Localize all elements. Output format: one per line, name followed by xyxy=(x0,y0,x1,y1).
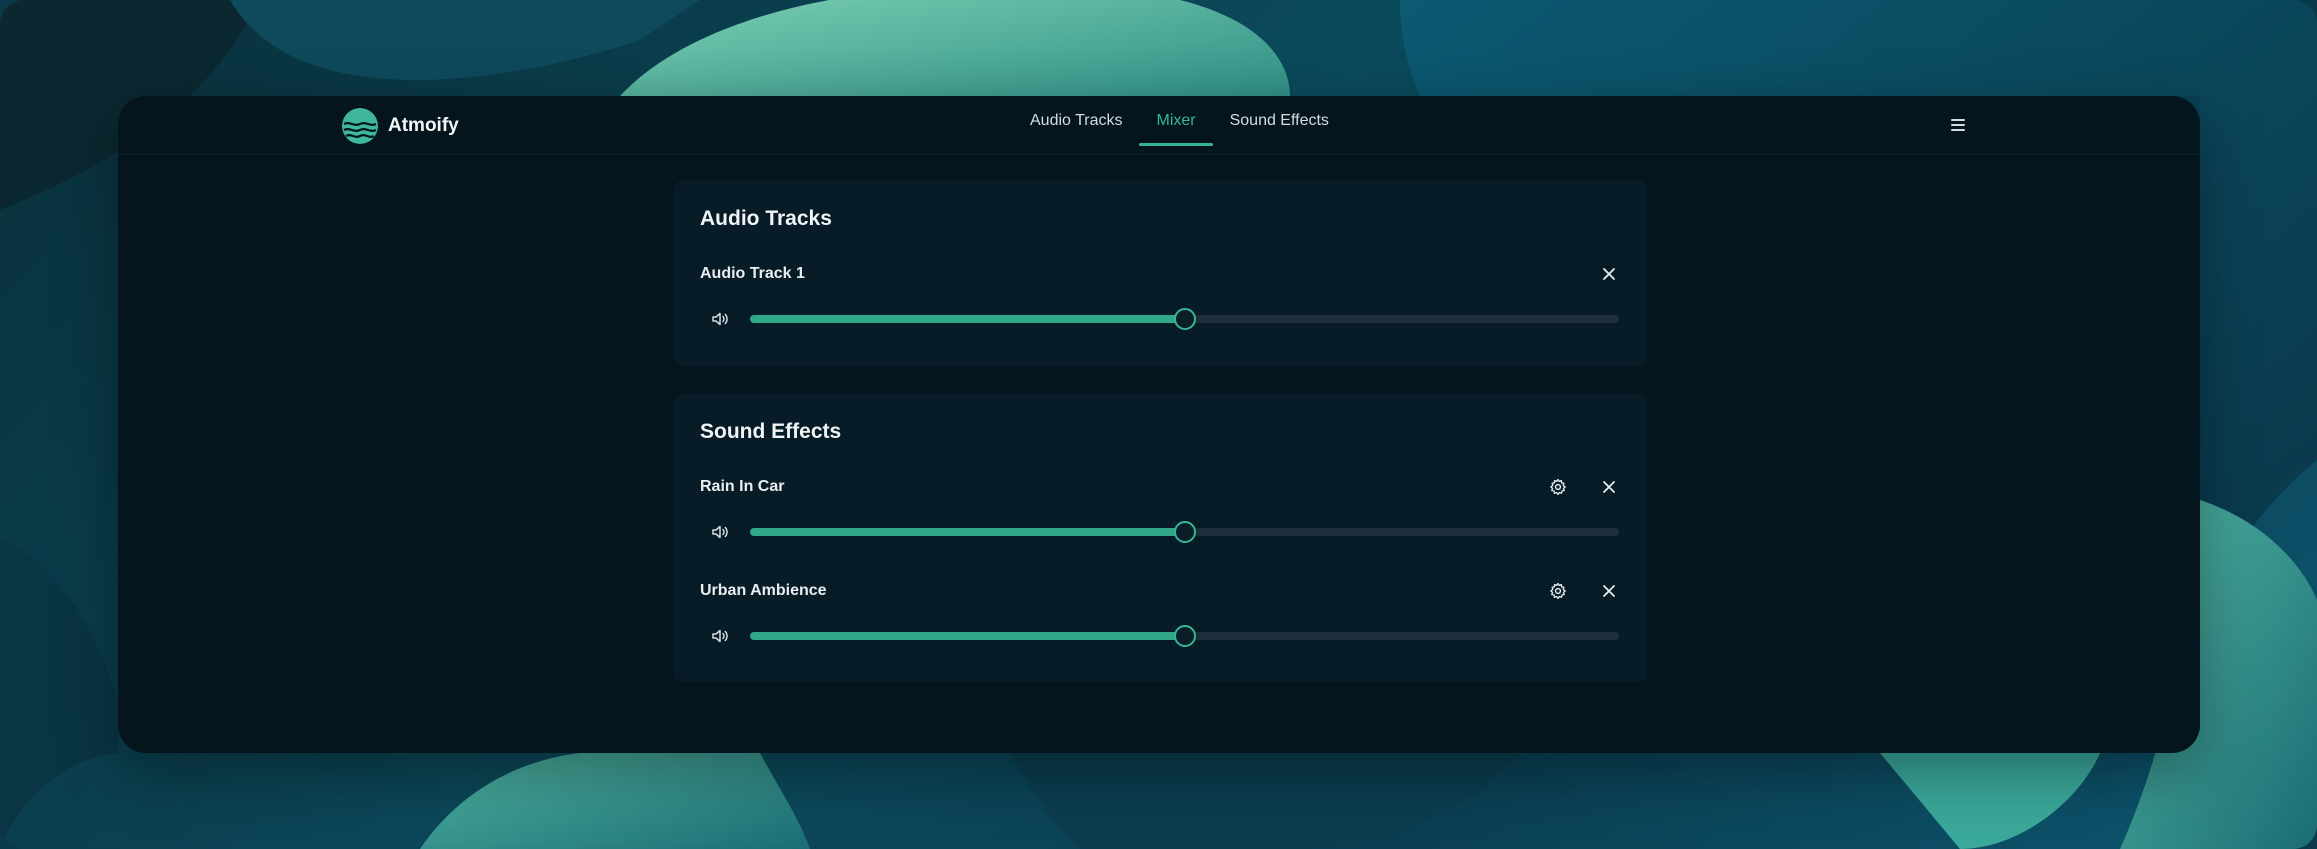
app-name: Atmoify xyxy=(388,115,459,136)
tab-audio-tracks[interactable]: Audio Tracks xyxy=(1013,96,1139,154)
close-icon[interactable] xyxy=(1598,263,1620,285)
volume-icon xyxy=(710,626,730,646)
gear-icon[interactable] xyxy=(1547,580,1569,602)
volume-slider-fill xyxy=(750,315,1185,323)
close-icon[interactable] xyxy=(1598,476,1620,498)
app-window: Atmoify Audio Tracks Mixer Sound Effects… xyxy=(118,96,2200,753)
volume-slider-thumb[interactable] xyxy=(1173,521,1196,543)
close-icon[interactable] xyxy=(1598,580,1620,602)
tab-mixer[interactable]: Mixer xyxy=(1139,96,1213,154)
volume-slider-thumb[interactable] xyxy=(1173,308,1196,330)
top-navigation-bar: Atmoify Audio Tracks Mixer Sound Effects xyxy=(118,96,2200,155)
volume-slider-fill xyxy=(750,528,1185,536)
card-title: Audio Tracks xyxy=(700,207,832,230)
sound-effect-name: Rain In Car xyxy=(700,478,785,495)
volume-slider[interactable] xyxy=(750,521,1619,543)
gear-icon[interactable] xyxy=(1547,476,1569,498)
tab-sound-effects[interactable]: Sound Effects xyxy=(1213,96,1346,154)
volume-slider[interactable] xyxy=(750,308,1619,330)
track-name: Audio Track 1 xyxy=(700,265,805,282)
volume-slider-fill xyxy=(750,632,1185,640)
volume-slider[interactable] xyxy=(750,625,1619,647)
sound-effects-card: Sound Effects Rain In Car Urban Ambience xyxy=(674,394,1647,682)
hamburger-menu-icon[interactable] xyxy=(1946,113,1970,137)
card-title: Sound Effects xyxy=(700,420,842,443)
brand[interactable]: Atmoify xyxy=(342,106,459,146)
nav-tabs: Audio Tracks Mixer Sound Effects xyxy=(1013,96,1346,154)
audio-tracks-card: Audio Tracks Audio Track 1 xyxy=(674,181,1647,366)
volume-icon xyxy=(710,309,730,329)
volume-slider-thumb[interactable] xyxy=(1173,625,1196,647)
atmoify-logo-icon xyxy=(342,108,378,144)
sound-effect-name: Urban Ambience xyxy=(700,582,827,599)
volume-icon xyxy=(710,522,730,542)
